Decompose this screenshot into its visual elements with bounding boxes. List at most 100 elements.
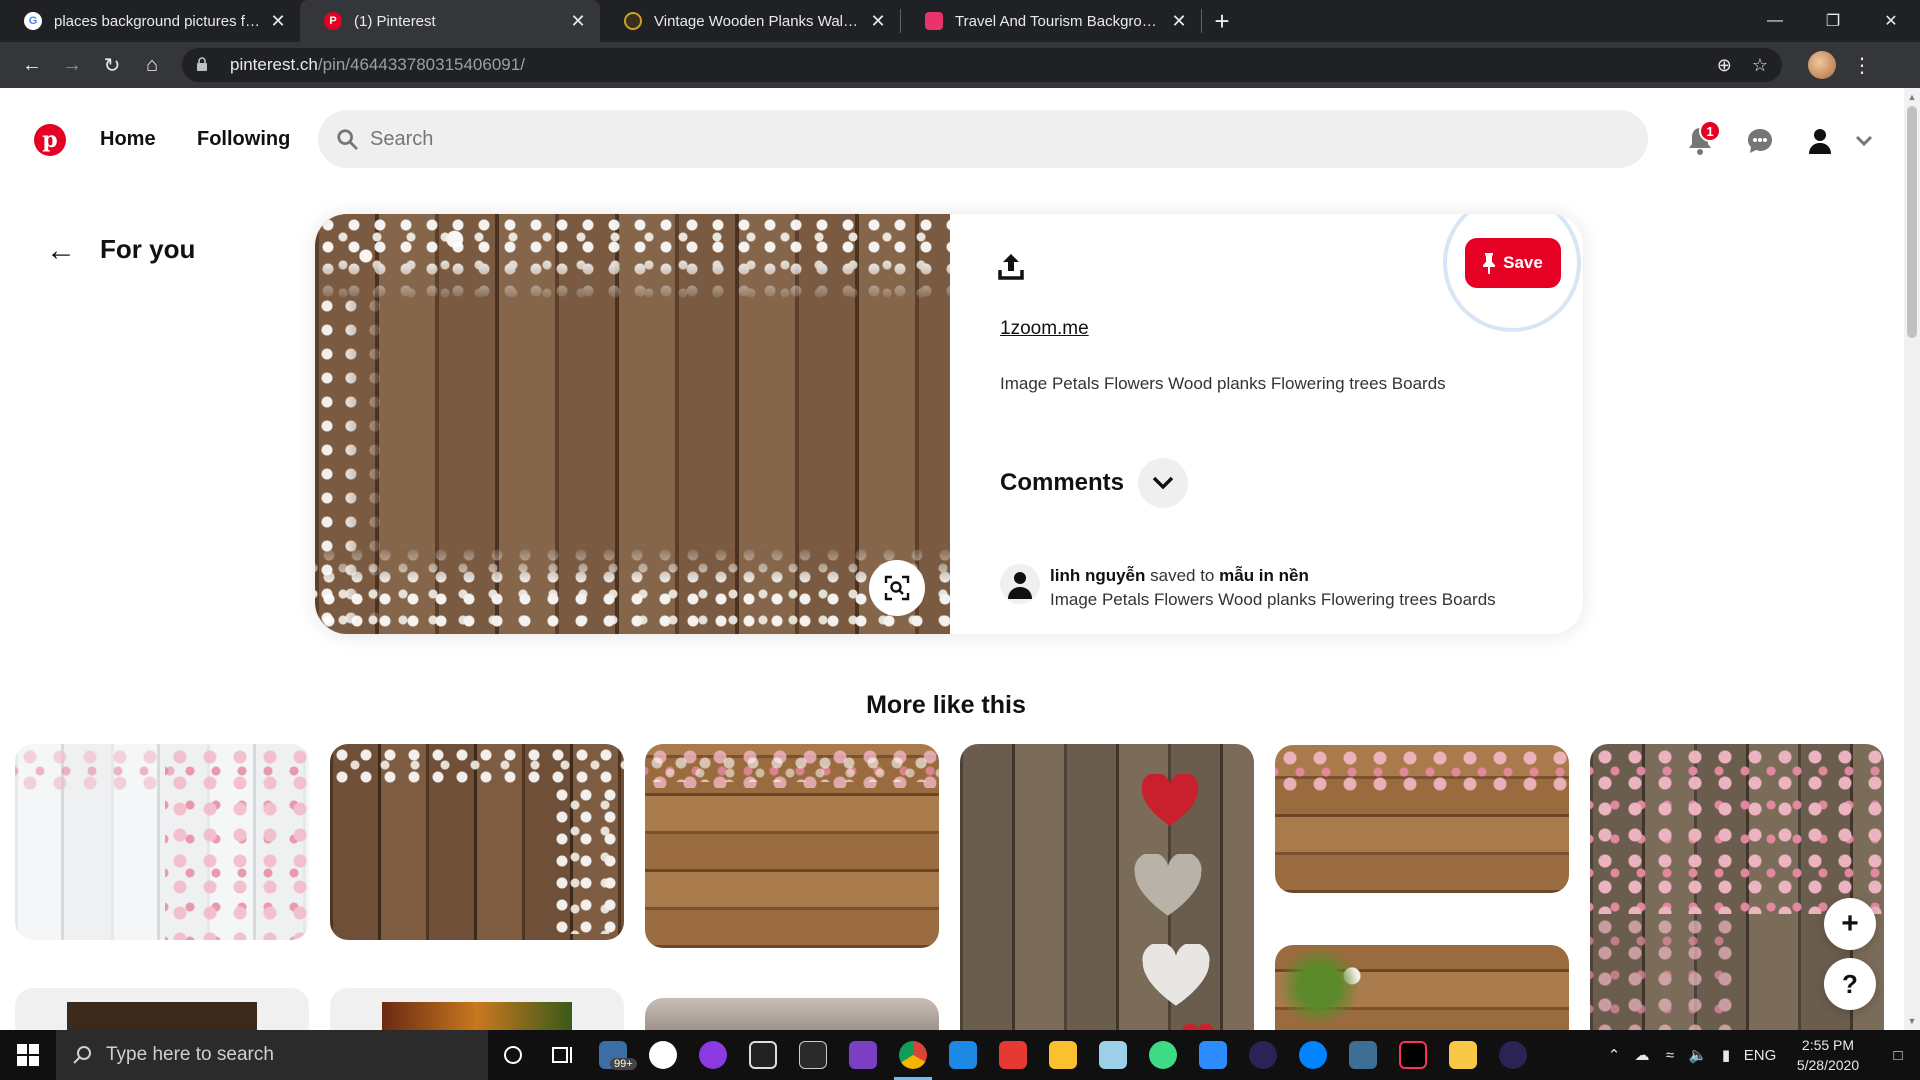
lens-icon [884, 575, 910, 601]
back-label[interactable]: For you [100, 234, 195, 265]
chevron-down-icon [1855, 135, 1873, 147]
related-pin[interactable] [1275, 945, 1569, 1030]
pinterest-page: p Home Following Search 1 ← For you Save… [0, 88, 1904, 1030]
chrome-icon[interactable] [888, 1030, 938, 1080]
pin-image[interactable] [315, 214, 950, 634]
close-tab-icon[interactable]: ✕ [868, 11, 888, 31]
zoom-icon[interactable] [1188, 1030, 1238, 1080]
nav-home[interactable]: Home [100, 128, 156, 151]
taskbar-search-input[interactable]: Type here to search [56, 1030, 488, 1080]
comments-section-toggle[interactable]: Comments [1000, 458, 1189, 508]
account-menu-button[interactable] [1847, 124, 1881, 158]
lock-icon[interactable] [196, 56, 218, 74]
related-pin[interactable] [330, 744, 624, 940]
profile-button[interactable] [1803, 124, 1837, 158]
cube-app-icon[interactable] [1038, 1030, 1088, 1080]
avatar[interactable] [1000, 564, 1040, 604]
wifi-icon[interactable]: ≈ [1656, 1047, 1684, 1064]
cortana-icon[interactable] [488, 1030, 538, 1080]
saver-name[interactable]: linh nguyễn [1050, 566, 1145, 585]
profile-avatar[interactable] [1808, 51, 1836, 79]
mysql-workbench-icon[interactable] [1338, 1030, 1388, 1080]
comments-expand-button[interactable] [1138, 458, 1189, 508]
tab-google-search[interactable]: G places background pictures for a ✕ [0, 0, 300, 42]
create-pin-button[interactable]: + [1824, 898, 1876, 950]
epic-games-icon[interactable] [788, 1030, 838, 1080]
back-arrow-icon[interactable]: ← [12, 47, 52, 83]
add-icon[interactable]: ⊕ [1717, 55, 1732, 76]
tab-vintage-wooden-planks[interactable]: Vintage Wooden Planks Wall Bac ✕ [600, 0, 900, 42]
windows-logo-icon [17, 1044, 39, 1066]
notifications-button[interactable]: 1 [1683, 120, 1721, 158]
volume-icon[interactable]: 🔈 [1684, 1046, 1712, 1064]
messenger-icon[interactable] [1288, 1030, 1338, 1080]
action-center-icon[interactable]: □ [1876, 1047, 1920, 1064]
related-pin[interactable] [15, 988, 309, 1030]
related-pin[interactable] [645, 744, 939, 948]
onedrive-icon[interactable]: ☁ [1628, 1046, 1656, 1064]
file-explorer-icon[interactable] [1438, 1030, 1488, 1080]
nav-following[interactable]: Following [197, 128, 290, 151]
screen-recorder-icon[interactable] [938, 1030, 988, 1080]
podcast-app-icon[interactable] [688, 1030, 738, 1080]
minimize-icon[interactable]: — [1746, 0, 1804, 42]
pin-source-link[interactable]: 1zoom.me [1000, 318, 1089, 340]
related-pin[interactable] [645, 998, 939, 1030]
back-arrow-icon[interactable]: ← [46, 234, 76, 268]
task-view-icon[interactable] [538, 1030, 588, 1080]
url-text[interactable]: pinterest.ch/pin/464433780315406091/ [230, 55, 1717, 75]
clock[interactable]: 2:55 PM 5/28/2020 [1780, 1035, 1876, 1075]
related-pin[interactable] [15, 744, 309, 940]
close-tab-icon[interactable]: ✕ [268, 11, 288, 31]
itunes-icon[interactable] [638, 1030, 688, 1080]
scrollbar-thumb[interactable] [1907, 106, 1917, 338]
related-pin[interactable] [960, 744, 1254, 1030]
start-button[interactable] [0, 1030, 56, 1080]
help-button[interactable]: ? [1824, 958, 1876, 1010]
forward-arrow-icon[interactable]: → [52, 47, 92, 83]
visual-search-button[interactable] [869, 560, 925, 616]
language-indicator[interactable]: ENG [1740, 1047, 1780, 1064]
restore-icon[interactable]: ❐ [1804, 0, 1862, 42]
bookmark-star-icon[interactable]: ☆ [1752, 55, 1768, 76]
notes-app-icon[interactable] [1088, 1030, 1138, 1080]
close-tab-icon[interactable]: ✕ [1169, 11, 1189, 31]
related-pin[interactable] [1275, 745, 1569, 893]
scroll-up-icon[interactable]: ▲ [1907, 92, 1917, 102]
close-tab-icon[interactable]: ✕ [568, 11, 588, 31]
mail-app-icon[interactable]: 99+ [588, 1030, 638, 1080]
intellij-icon[interactable] [1388, 1030, 1438, 1080]
saver-board[interactable]: mẫu in nền [1219, 566, 1309, 585]
reload-icon[interactable]: ↻ [92, 47, 132, 83]
page-scrollbar[interactable]: ▲ ▼ [1904, 88, 1920, 1030]
messages-button[interactable] [1743, 124, 1777, 158]
new-tab-button[interactable]: + [1202, 0, 1242, 42]
tab-travel-tourism[interactable]: Travel And Tourism Background V ✕ [901, 0, 1201, 42]
tab-title: Vintage Wooden Planks Wall Bac [654, 12, 860, 30]
scroll-down-icon[interactable]: ▼ [1907, 1016, 1917, 1026]
search-input[interactable]: Search [318, 110, 1648, 168]
blossom-decoration [315, 214, 950, 304]
unity-icon[interactable] [738, 1030, 788, 1080]
chevron-down-icon [1152, 476, 1174, 490]
eclipse-icon[interactable] [1238, 1030, 1288, 1080]
site-favicon-icon [624, 12, 642, 30]
more-menu-icon[interactable]: ⋮ [1852, 53, 1872, 78]
game-app-icon[interactable] [988, 1030, 1038, 1080]
blossom-decoration [165, 744, 309, 940]
address-bar[interactable]: pinterest.ch/pin/464433780315406091/ ⊕ ☆ [182, 48, 1782, 82]
pinterest-logo-icon[interactable]: p [34, 124, 66, 156]
pin-icon [1483, 253, 1496, 274]
maps-app-icon[interactable] [1138, 1030, 1188, 1080]
show-hidden-icons-icon[interactable]: ⌃ [1600, 1046, 1628, 1064]
share-icon[interactable] [998, 252, 1028, 282]
related-pin[interactable] [330, 988, 624, 1030]
battery-icon[interactable]: ▮ [1712, 1046, 1740, 1064]
close-window-icon[interactable]: ✕ [1862, 0, 1920, 42]
visual-studio-icon[interactable] [838, 1030, 888, 1080]
saver-caption: Image Petals Flowers Wood planks Floweri… [1050, 590, 1496, 609]
eclipse-ide-icon[interactable] [1488, 1030, 1538, 1080]
home-icon[interactable]: ⌂ [132, 47, 172, 83]
tab-pinterest[interactable]: P (1) Pinterest ✕ [300, 0, 600, 42]
save-button[interactable]: Save [1465, 238, 1561, 288]
